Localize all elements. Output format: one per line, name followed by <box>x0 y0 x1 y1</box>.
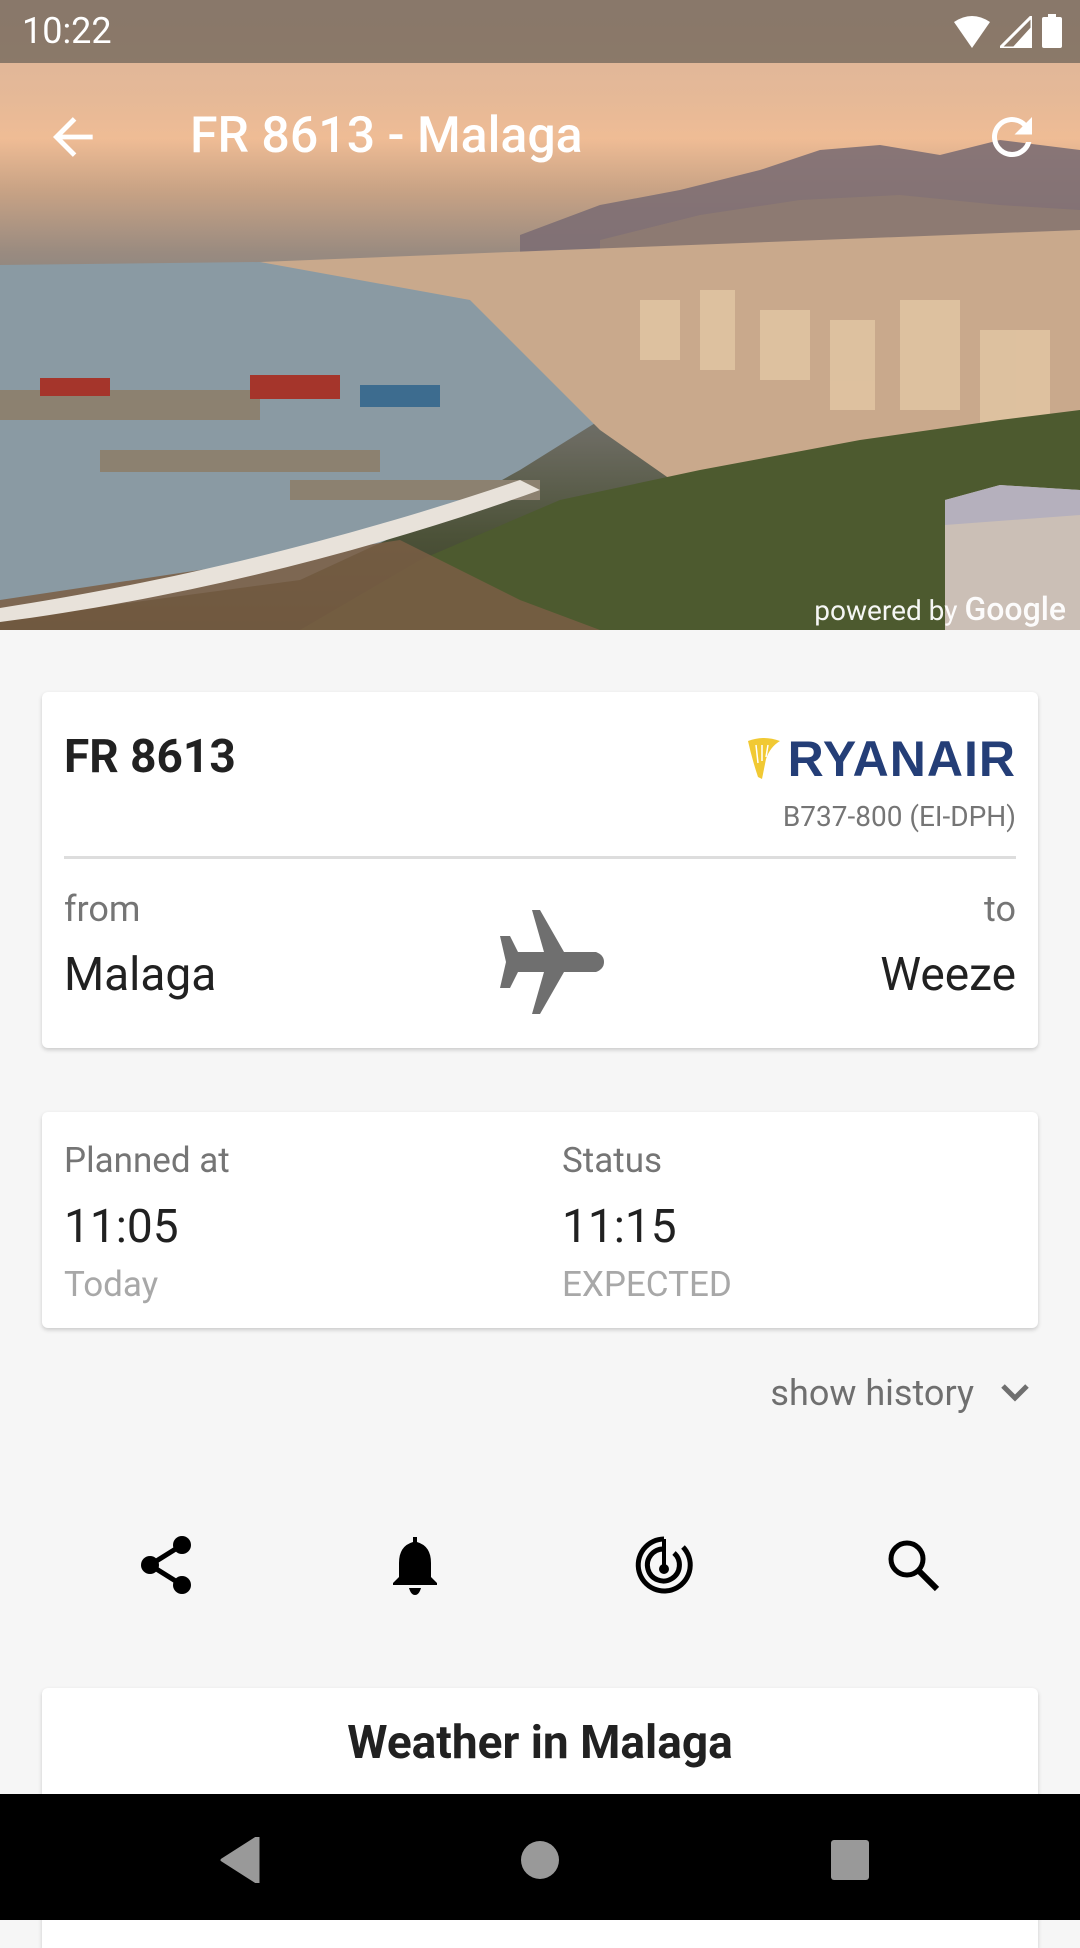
airline-logo: RYANAIR <box>746 730 1016 788</box>
battery-icon <box>1042 14 1062 48</box>
planned-time: 11:05 <box>64 1200 179 1254</box>
status-time: 11:15 <box>562 1200 677 1254</box>
nav-recents-icon <box>831 1840 869 1880</box>
show-history-label: show history <box>770 1372 974 1414</box>
alert-button[interactable] <box>380 1530 450 1600</box>
share-icon <box>141 1536 191 1594</box>
flight-info-card: FR 8613 RYANAIR B737-800 (EI-DPH) from t… <box>42 692 1038 1048</box>
status-time: 10:22 <box>22 10 112 52</box>
nav-home-icon <box>521 1841 559 1879</box>
from-label: from <box>64 888 141 930</box>
status-badge: EXPECTED <box>562 1264 732 1305</box>
airplane-icon <box>500 910 604 1014</box>
planned-label: Planned at <box>64 1140 230 1181</box>
flight-number: FR 8613 <box>64 730 236 784</box>
status-label: Status <box>562 1140 663 1181</box>
planned-day: Today <box>64 1264 159 1305</box>
radar-button[interactable] <box>629 1530 699 1600</box>
app-bar: FR 8613 - Malaga <box>0 63 1080 213</box>
weather-title: Weather in Malaga <box>347 1716 733 1770</box>
search-icon <box>888 1540 940 1592</box>
chevron-down-icon <box>1001 1384 1029 1402</box>
nav-home-button[interactable] <box>510 1830 570 1890</box>
nav-recents-button[interactable] <box>820 1830 880 1890</box>
arrow-back-icon[interactable] <box>46 109 102 165</box>
radar-icon <box>635 1536 693 1594</box>
google-attribution: powered by Google <box>814 590 1066 628</box>
search-button[interactable] <box>878 1530 948 1600</box>
bell-icon <box>393 1537 437 1595</box>
schedule-card: Planned at 11:05 Today Status 11:15 EXPE… <box>42 1112 1038 1328</box>
nav-back-icon <box>220 1837 260 1883</box>
status-bar: 10:22 <box>0 0 1080 63</box>
share-button[interactable] <box>131 1530 201 1600</box>
airline-name: RYANAIR <box>787 731 1016 787</box>
card-divider <box>64 856 1016 859</box>
action-bar <box>0 1530 1080 1600</box>
wifi-icon <box>954 16 990 48</box>
attribution-brand: Google <box>964 590 1066 628</box>
harp-icon <box>747 738 780 779</box>
refresh-icon[interactable] <box>982 107 1042 167</box>
aircraft-type: B737-800 (EI-DPH) <box>782 800 1016 833</box>
destination-city: Weeze <box>880 948 1016 1002</box>
cellular-signal-icon <box>1000 16 1032 48</box>
system-nav-bar <box>0 1794 1080 1920</box>
show-history-button[interactable]: show history <box>770 1372 1030 1414</box>
attribution-prefix: powered by <box>814 594 958 627</box>
origin-city: Malaga <box>64 948 217 1002</box>
page-title: FR 8613 - Malaga <box>190 107 583 165</box>
to-label: to <box>984 888 1016 930</box>
nav-back-button[interactable] <box>210 1830 270 1890</box>
